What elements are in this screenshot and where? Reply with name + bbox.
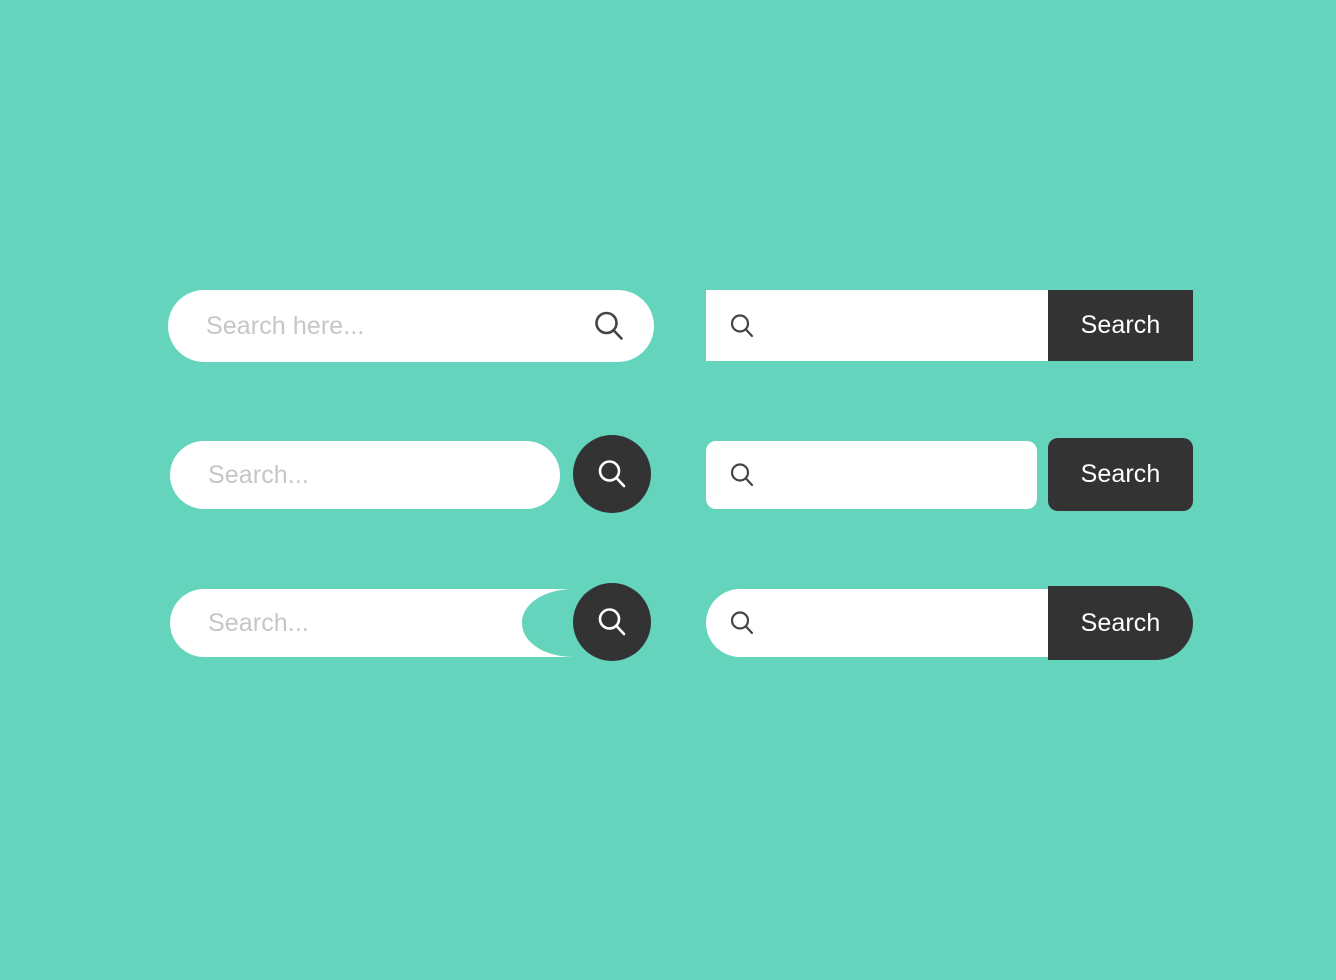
search-button-label: Search	[1080, 608, 1161, 637]
search-button-square[interactable]: Search	[1048, 290, 1193, 361]
search-button-circle[interactable]	[573, 435, 651, 513]
search-button-rounded[interactable]: Search	[1048, 438, 1193, 511]
search-bar-showcase-canvas: Search here... Search Search... Search S…	[0, 0, 1336, 980]
search-button-label: Search	[1080, 311, 1161, 339]
search-input-rounded[interactable]	[706, 441, 1037, 509]
search-button-label: Search	[1080, 460, 1161, 488]
search-input-placeholder: Search...	[208, 460, 309, 489]
magnifier-icon[interactable]	[592, 309, 626, 343]
search-input-placeholder: Search...	[208, 608, 309, 637]
search-bar-pill-inline[interactable]: Search here...	[168, 290, 654, 362]
search-button-circle[interactable]	[573, 583, 651, 661]
magnifier-icon	[728, 461, 756, 489]
magnifier-icon	[728, 609, 756, 637]
search-input-notched-pill[interactable]: Search...	[170, 589, 575, 657]
search-input-square[interactable]	[706, 290, 1048, 361]
search-input-pill[interactable]: Search...	[170, 441, 560, 509]
magnifier-icon	[595, 605, 629, 639]
magnifier-icon	[595, 457, 629, 491]
search-input-placeholder: Search here...	[206, 311, 365, 340]
magnifier-icon	[728, 312, 756, 340]
search-input-pill-left[interactable]	[706, 589, 1048, 657]
search-button-pill-right[interactable]: Search	[1048, 586, 1193, 660]
